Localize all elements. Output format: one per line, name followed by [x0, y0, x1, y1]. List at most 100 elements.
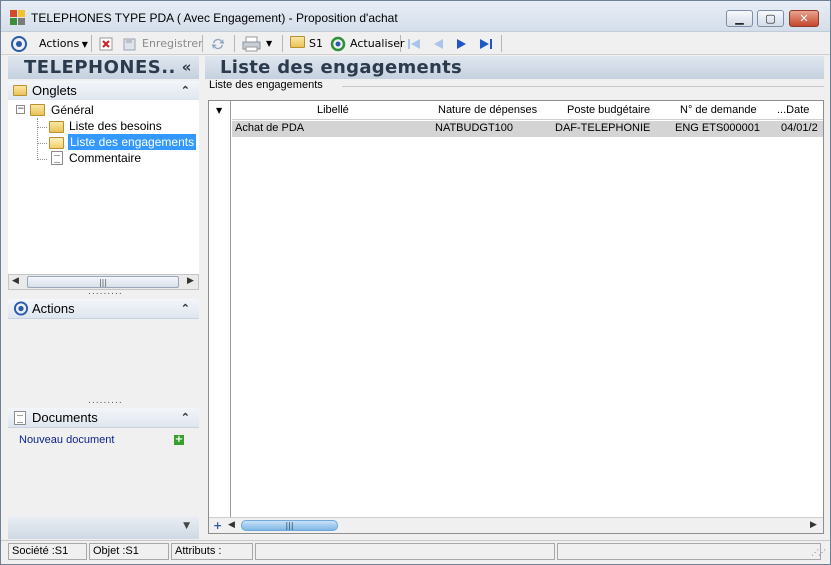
- title-bar[interactable]: TELEPHONES TYPE PDA ( Avec Engagement) -…: [1, 1, 830, 32]
- chevron-down-icon[interactable]: ▼: [183, 521, 190, 531]
- column-header-nature-depenses[interactable]: Nature de dépenses: [438, 104, 537, 116]
- cell-poste-budgetaire: DAF-TELEPHONIE: [555, 122, 651, 134]
- scroll-right-icon[interactable]: ▶: [187, 276, 194, 286]
- save-icon: [123, 38, 136, 51]
- panel-splitter[interactable]: .........: [88, 396, 123, 406]
- target-icon[interactable]: [11, 36, 27, 52]
- refresh-button[interactable]: Actualiser: [350, 34, 405, 53]
- toolbar-separator: [91, 35, 92, 52]
- scroll-right-icon[interactable]: ▶: [810, 520, 817, 530]
- sync-icon[interactable]: [210, 36, 226, 52]
- tree-node-general[interactable]: Général: [51, 102, 94, 118]
- toolbar-separator: [501, 35, 502, 52]
- folder-open-icon: [49, 137, 64, 149]
- status-bar: Société :S1 Objet :S1 Attributs : ⋰⋰: [1, 540, 830, 564]
- group-box-line: [342, 86, 824, 87]
- chevron-up-icon[interactable]: ⌃: [181, 81, 190, 101]
- column-header-numero-demande[interactable]: N° de demande: [680, 104, 757, 116]
- onglets-section-header[interactable]: Onglets ⌃: [8, 81, 199, 101]
- actions-label: Actions: [32, 301, 75, 316]
- tree-node-commentaire[interactable]: Commentaire: [69, 150, 141, 166]
- add-row-icon[interactable]: +: [213, 519, 222, 532]
- tree-connector: [37, 127, 47, 128]
- print-dropdown-icon[interactable]: ▼: [266, 34, 272, 53]
- minimize-button[interactable]: ▁: [726, 10, 753, 27]
- left-panel-header: TELEPHONES.. «: [8, 56, 199, 79]
- first-record-icon[interactable]: [406, 36, 422, 52]
- status-empty: [557, 543, 821, 560]
- main-panel: Liste des engagements Liste des engageme…: [205, 56, 824, 539]
- document-icon: [51, 151, 63, 165]
- collapse-panel-button[interactable]: «: [182, 56, 192, 79]
- save-button[interactable]: Enregistrer: [142, 34, 203, 53]
- dropdown-arrow-icon: ▼: [79, 40, 88, 49]
- toolbar: Actions ▼ Enregistrer ▼ S1 Actualiser: [1, 32, 830, 55]
- next-record-icon[interactable]: [454, 36, 470, 52]
- documents-section-header[interactable]: Documents ⌃: [8, 408, 199, 428]
- folder-icon: [49, 121, 64, 133]
- left-panel: TELEPHONES.. « Onglets ⌃ − Général Liste…: [8, 56, 199, 539]
- column-header-poste-budgetaire[interactable]: Poste budgétaire: [567, 104, 650, 116]
- add-document-icon[interactable]: +: [174, 435, 184, 445]
- actions-menu-button[interactable]: Actions ▼: [39, 34, 88, 53]
- actions-section-header[interactable]: Actions ⌃: [8, 299, 199, 319]
- chevron-up-icon[interactable]: ⌃: [181, 299, 190, 319]
- scroll-left-icon[interactable]: ◀: [228, 520, 235, 530]
- left-panel-title: TELEPHONES..: [24, 57, 176, 78]
- group-box-label: Liste des engagements: [209, 79, 326, 91]
- tree-node-liste-engagements[interactable]: Liste des engagements: [68, 134, 197, 150]
- status-attributs: Attributs :: [171, 543, 253, 560]
- tree-connector: [37, 159, 47, 160]
- app-icon: [10, 10, 26, 26]
- tree-connector: [37, 143, 47, 144]
- tree-node-liste-besoins[interactable]: Liste des besoins: [69, 118, 162, 134]
- chevron-up-icon[interactable]: ⌃: [181, 408, 190, 428]
- status-empty: [255, 543, 555, 560]
- toolbar-separator: [234, 35, 235, 52]
- cell-date: 04/01/2: [781, 122, 818, 134]
- toolbar-separator: [202, 35, 203, 52]
- close-button[interactable]: ✕: [789, 10, 819, 27]
- maximize-button[interactable]: ▢: [757, 10, 784, 27]
- toolbar-separator: [282, 35, 283, 52]
- toolbar-separator: [400, 35, 401, 52]
- tree-connector: [37, 118, 38, 158]
- column-header-date[interactable]: ...Date: [777, 104, 809, 116]
- tree-collapse-toggle[interactable]: −: [16, 105, 25, 114]
- target-icon: [13, 301, 29, 316]
- status-societe: Société :S1: [8, 543, 87, 560]
- folder-open-icon: [30, 104, 45, 116]
- table-row[interactable]: Achat de PDA NATBUDGT100 DAF-TELEPHONIE …: [232, 121, 823, 137]
- folder-icon[interactable]: [290, 36, 305, 48]
- engagements-grid: ▼ Libellé Nature de dépenses Poste budgé…: [208, 100, 824, 534]
- onglets-label: Onglets: [32, 83, 77, 98]
- resize-grip-icon[interactable]: ⋰⋰: [811, 548, 826, 557]
- window-title: TELEPHONES TYPE PDA ( Avec Engagement) -…: [31, 11, 398, 25]
- column-header-libelle[interactable]: Libellé: [317, 104, 349, 116]
- actions-menu-label: Actions: [39, 37, 80, 50]
- actions-list: [8, 320, 199, 396]
- last-record-icon[interactable]: [478, 36, 494, 52]
- grid-header: Libellé Nature de dépenses Poste budgéta…: [232, 101, 823, 120]
- onglets-tree: − Général Liste des besoins Liste des en…: [8, 100, 199, 274]
- status-objet: Objet :S1: [89, 543, 169, 560]
- cell-nature-depenses: NATBUDGT100: [435, 122, 514, 134]
- page-title: Liste des engagements: [205, 56, 824, 79]
- row-header-gutter: ▼: [209, 101, 231, 533]
- delete-icon[interactable]: [98, 36, 114, 52]
- cell-libelle: Achat de PDA: [235, 122, 305, 134]
- refresh-icon[interactable]: [330, 36, 346, 52]
- new-document-link[interactable]: Nouveau document: [19, 434, 114, 446]
- s1-button[interactable]: S1: [309, 34, 323, 53]
- documents-label: Documents: [32, 410, 98, 425]
- scroll-left-icon[interactable]: ◀: [12, 276, 19, 286]
- grid-horizontal-scrollbar[interactable]: + ◀ ||| ▶: [209, 517, 823, 533]
- document-icon: [14, 411, 26, 425]
- panel-splitter[interactable]: .........: [88, 287, 123, 297]
- left-panel-footer: ▼: [8, 517, 199, 539]
- column-chooser-icon[interactable]: ▼: [216, 106, 222, 115]
- folder-icon: [13, 85, 27, 96]
- print-icon[interactable]: [242, 36, 262, 52]
- scroll-thumb[interactable]: |||: [241, 520, 338, 531]
- previous-record-icon[interactable]: [430, 36, 446, 52]
